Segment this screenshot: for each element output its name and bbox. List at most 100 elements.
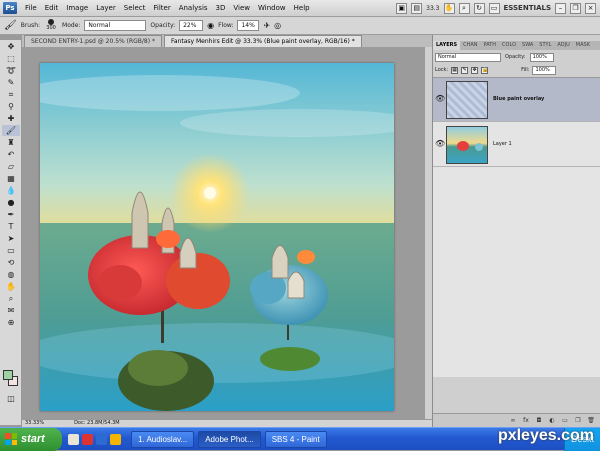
status-doc-size[interactable]: Doc: 23.8M/54.3M [74, 420, 120, 427]
eraser-tool-icon[interactable]: ▱ [2, 161, 20, 172]
doc-tab-fantasy-menhirs[interactable]: Fantasy Menhirs Edit @ 33.3% (Blue paint… [164, 35, 362, 47]
quick-launch-icon[interactable] [110, 433, 121, 445]
quick-launch [62, 433, 127, 445]
launch-bridge-icon[interactable]: ▣ [396, 2, 408, 14]
brush-picker[interactable]: 300 [44, 18, 58, 33]
menu-window[interactable]: Window [254, 0, 290, 17]
healing-tool-icon[interactable]: ✚ [2, 113, 20, 124]
zoom-tool-icon[interactable]: ⌕ [458, 2, 470, 14]
canvas-area[interactable] [22, 47, 432, 419]
doc-tab-second-entry[interactable]: SECOND ENTRY-1.psd @ 20.5% (RGB/8) * [24, 35, 162, 47]
eyedropper-tool-icon[interactable]: ⚲ [2, 101, 20, 112]
quick-launch-icon[interactable] [96, 433, 107, 445]
menu-file[interactable]: File [21, 0, 41, 17]
lasso-tool-icon[interactable]: ➰ [2, 65, 20, 76]
tab-masks[interactable]: MASK [573, 41, 593, 50]
task-audioslave[interactable]: 1. Audioslav... [131, 430, 195, 448]
pen-tool-icon[interactable]: ✒ [2, 209, 20, 220]
count-tool-icon[interactable]: ⊕ [2, 317, 20, 328]
menu-3d[interactable]: 3D [212, 0, 230, 17]
quick-select-tool-icon[interactable]: ✎ [2, 77, 20, 88]
tab-channels[interactable]: CHAN [460, 41, 480, 50]
3d-rotate-tool-icon[interactable]: ⟲ [2, 257, 20, 268]
minimize-icon[interactable]: – [555, 2, 566, 14]
dodge-tool-icon[interactable]: ● [2, 197, 20, 208]
link-layers-icon[interactable]: ∞ [509, 417, 517, 425]
tab-color[interactable]: COLO [499, 41, 519, 50]
quick-launch-icon[interactable] [82, 433, 93, 445]
tab-swatches[interactable]: SWA [519, 41, 536, 50]
eye-icon[interactable]: 👁 [435, 139, 445, 149]
clone-stamp-tool-icon[interactable]: ♜ [2, 137, 20, 148]
fantasy-menhirs-artwork[interactable] [40, 63, 394, 411]
status-zoom[interactable]: 33.33% [25, 420, 44, 427]
mode-select[interactable]: Normal [84, 20, 147, 31]
brush-tool-preset-icon[interactable]: 🖌 [4, 20, 17, 31]
task-adobe-photoshop[interactable]: Adobe Phot... [198, 430, 261, 448]
tab-styles[interactable]: STYL [536, 41, 554, 50]
layer-name[interactable]: Blue paint overlay [493, 96, 544, 102]
quick-mask-icon[interactable]: ◫ [2, 393, 20, 404]
menu-help[interactable]: Help [290, 0, 314, 17]
menu-analysis[interactable]: Analysis [175, 0, 212, 17]
crop-tool-icon[interactable]: ⌗ [2, 89, 20, 100]
layer-name[interactable]: Layer 1 [493, 141, 512, 147]
menu-view[interactable]: View [229, 0, 254, 17]
zoom-tool-box-icon[interactable]: ⌕ [2, 293, 20, 304]
workspace-switcher[interactable]: ESSENTIALS [504, 4, 552, 12]
quick-launch-icon[interactable] [68, 433, 79, 445]
add-mask-icon[interactable]: ◘ [535, 417, 543, 425]
airbrush-icon[interactable]: ✈ [263, 21, 270, 30]
lock-pixels-icon[interactable]: ✎ [461, 66, 469, 74]
delete-layer-icon[interactable]: 🗑 [587, 417, 595, 425]
tab-paths[interactable]: PATH [481, 41, 500, 50]
note-tool-icon[interactable]: ✉ [2, 305, 20, 316]
tablet-opacity-icon[interactable]: ◉ [207, 21, 214, 30]
restore-icon[interactable]: ❐ [570, 2, 581, 14]
path-select-tool-icon[interactable]: ➤ [2, 233, 20, 244]
blend-mode-select[interactable]: Normal [435, 52, 501, 62]
task-paint[interactable]: SBS 4 - Paint [264, 430, 327, 448]
tab-layers[interactable]: LAYERS [433, 41, 461, 50]
lock-position-icon[interactable]: ✥ [471, 66, 479, 74]
lock-all-icon[interactable]: 🔒 [481, 66, 488, 74]
history-brush-tool-icon[interactable]: ↶ [2, 149, 20, 160]
hand-tool-icon[interactable]: ✋ [443, 2, 455, 14]
shape-tool-icon[interactable]: ▭ [2, 245, 20, 256]
marquee-tool-icon[interactable]: ⬚ [2, 53, 20, 64]
layer-style-icon[interactable]: fx [522, 417, 530, 425]
rotate-view-icon[interactable]: ↻ [473, 2, 485, 14]
layer-row-layer-1[interactable]: 👁 Layer 1 [433, 123, 600, 167]
menu-layer[interactable]: Layer [92, 0, 120, 17]
type-tool-icon[interactable]: T [2, 221, 20, 232]
layer-opacity-input[interactable]: 100% [529, 52, 554, 62]
tab-adjustments[interactable]: ADJU [554, 41, 572, 50]
start-button[interactable]: start [0, 427, 62, 451]
hand-tool-box-icon[interactable]: ✋ [2, 281, 20, 292]
screen-mode-icon[interactable]: ▭ [488, 2, 500, 14]
menu-filter[interactable]: Filter [149, 0, 174, 17]
new-layer-icon[interactable]: ❐ [574, 417, 582, 425]
arrange-documents-icon[interactable]: ▤ [411, 2, 423, 14]
opacity-input[interactable]: 22% [179, 20, 204, 31]
menu-edit[interactable]: Edit [41, 0, 63, 17]
brush-tool-icon[interactable]: 🖌 [2, 125, 20, 136]
3d-orbit-tool-icon[interactable]: ◍ [2, 269, 20, 280]
flow-input[interactable]: 14% [237, 20, 260, 31]
foreground-color-swatch[interactable] [3, 370, 13, 380]
close-icon[interactable]: × [585, 2, 596, 14]
menu-image[interactable]: Image [62, 0, 92, 17]
move-tool-icon[interactable]: ✥ [2, 41, 20, 52]
blur-tool-icon[interactable]: 💧 [2, 185, 20, 196]
tablet-size-icon[interactable]: ◎ [274, 21, 281, 30]
new-group-icon[interactable]: ▭ [561, 417, 569, 425]
zoom-level-readout[interactable]: 33.3 [426, 5, 439, 12]
vertical-scrollbar[interactable] [424, 47, 432, 419]
eye-icon[interactable]: 👁 [435, 94, 445, 104]
adjustment-layer-icon[interactable]: ◐ [548, 417, 556, 425]
gradient-tool-icon[interactable]: ▦ [2, 173, 20, 184]
layer-row-blue-paint-overlay[interactable]: 👁 Blue paint overlay [433, 78, 600, 122]
lock-transparency-icon[interactable]: ▦ [451, 66, 459, 74]
menu-select[interactable]: Select [120, 0, 150, 17]
fill-input[interactable]: 100% [532, 65, 557, 75]
